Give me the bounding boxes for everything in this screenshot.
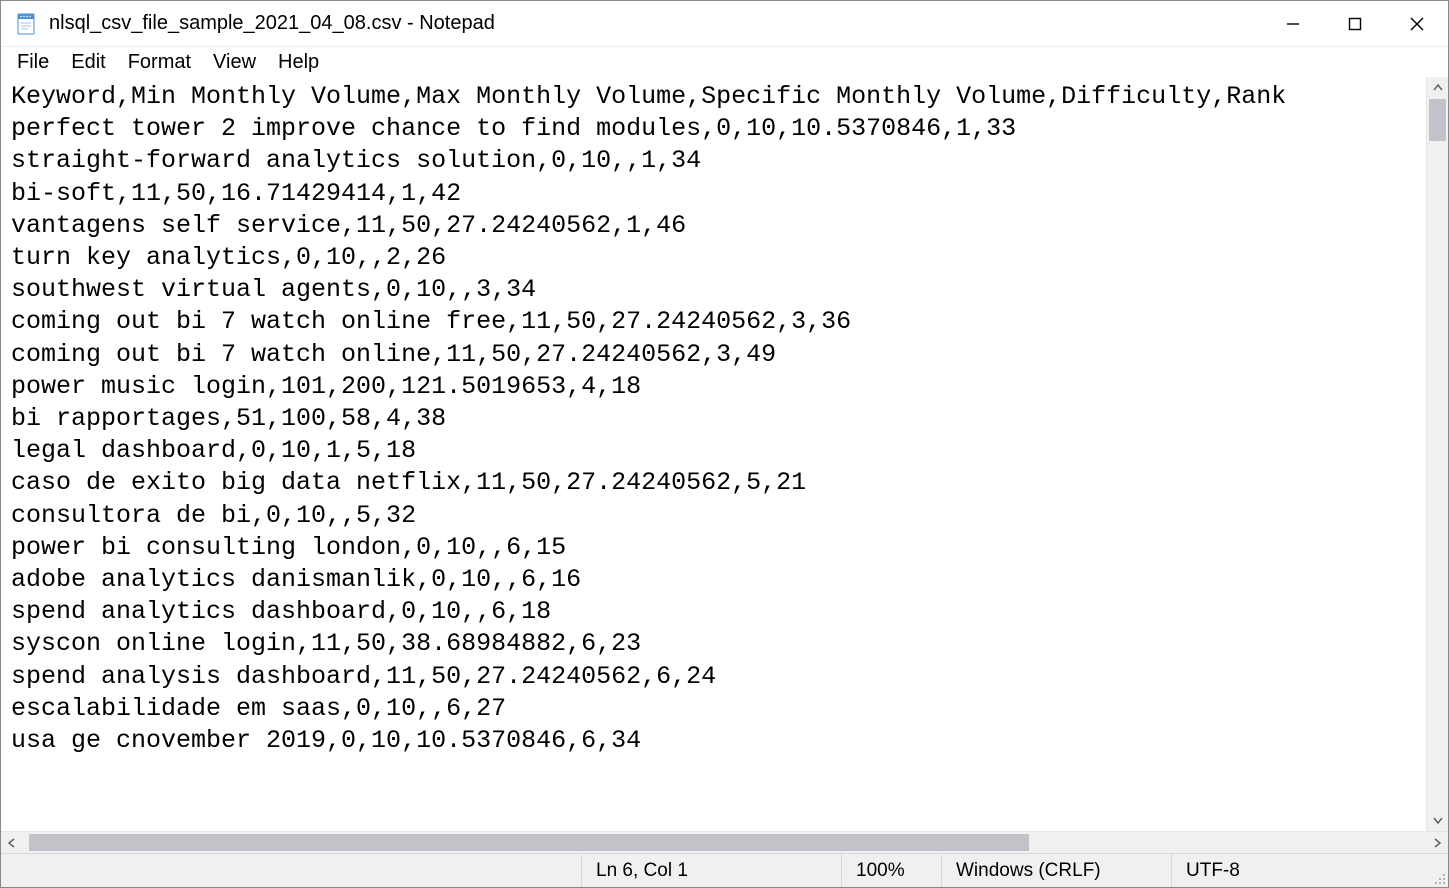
window-controls	[1262, 1, 1448, 46]
close-button[interactable]	[1386, 1, 1448, 46]
status-zoom: 100%	[841, 854, 941, 887]
horizontal-scroll-thumb[interactable]	[29, 834, 1029, 851]
scroll-up-arrow-icon[interactable]	[1427, 77, 1448, 99]
horizontal-scroll-track[interactable]	[23, 832, 1426, 853]
status-blank	[1, 854, 581, 887]
menu-format[interactable]: Format	[118, 49, 201, 76]
scroll-left-arrow-icon[interactable]	[1, 832, 23, 853]
status-eol: Windows (CRLF)	[941, 854, 1171, 887]
text-editor[interactable]: Keyword,Min Monthly Volume,Max Monthly V…	[1, 77, 1426, 831]
title-bar: nlsql_csv_file_sample_2021_04_08.csv - N…	[1, 1, 1448, 47]
maximize-button[interactable]	[1324, 1, 1386, 46]
scroll-down-arrow-icon[interactable]	[1427, 809, 1448, 831]
status-bar: Ln 6, Col 1 100% Windows (CRLF) UTF-8	[1, 853, 1448, 887]
horizontal-scrollbar[interactable]	[1, 831, 1448, 853]
menu-view[interactable]: View	[203, 49, 266, 76]
menu-help[interactable]: Help	[268, 49, 329, 76]
resize-grip-icon[interactable]	[1426, 854, 1448, 887]
menu-file[interactable]: File	[7, 49, 59, 76]
editor-text[interactable]: Keyword,Min Monthly Volume,Max Monthly V…	[11, 81, 1424, 757]
content-area: Keyword,Min Monthly Volume,Max Monthly V…	[1, 77, 1448, 831]
status-position: Ln 6, Col 1	[581, 854, 841, 887]
notepad-icon	[15, 12, 39, 36]
scroll-right-arrow-icon[interactable]	[1426, 832, 1448, 853]
vertical-scrollbar[interactable]	[1426, 77, 1448, 831]
menu-edit[interactable]: Edit	[61, 49, 115, 76]
window-title: nlsql_csv_file_sample_2021_04_08.csv - N…	[49, 12, 495, 35]
status-encoding: UTF-8	[1171, 854, 1426, 887]
vertical-scroll-thumb[interactable]	[1429, 99, 1446, 141]
menu-bar: File Edit Format View Help	[1, 47, 1448, 77]
minimize-button[interactable]	[1262, 1, 1324, 46]
